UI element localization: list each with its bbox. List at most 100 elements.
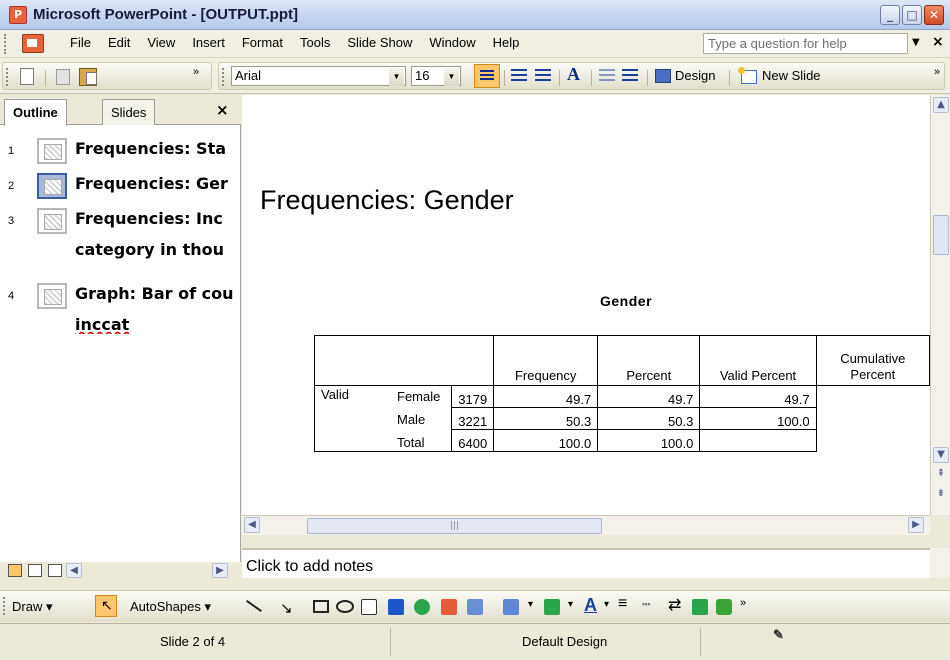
outline-title[interactable]: Frequencies: Ger bbox=[75, 174, 241, 193]
toolbar-options-icon[interactable]: » bbox=[934, 66, 940, 78]
dash-style-icon[interactable]: ┅ bbox=[642, 596, 650, 613]
toolbar-grip[interactable] bbox=[6, 68, 9, 86]
design-button[interactable]: Design bbox=[675, 68, 715, 83]
draw-menu-button[interactable]: Draw ▾ bbox=[12, 599, 52, 615]
autoshapes-menu-button[interactable]: AutoShapes ▾ bbox=[130, 599, 211, 615]
help-search-input[interactable]: Type a question for help bbox=[703, 33, 908, 54]
notes-pane[interactable]: Click to add notes bbox=[242, 548, 930, 578]
shadow-style-icon[interactable] bbox=[692, 599, 708, 615]
wordart-icon[interactable] bbox=[388, 599, 404, 615]
slide-icon[interactable] bbox=[37, 208, 67, 234]
outline-title-line2[interactable]: category in thou bbox=[75, 240, 241, 259]
menu-slide-show[interactable]: Slide Show bbox=[342, 35, 417, 50]
slide-sorter-view-icon[interactable] bbox=[28, 564, 42, 577]
outline-item-continued[interactable]: inccat bbox=[0, 313, 241, 348]
close-button[interactable]: ✕ bbox=[924, 5, 944, 25]
scroll-right-icon[interactable]: ▶ bbox=[908, 517, 924, 533]
text-box-icon[interactable] bbox=[361, 599, 377, 615]
menu-format[interactable]: Format bbox=[237, 35, 288, 50]
chevron-down-icon[interactable]: ▾ bbox=[568, 599, 573, 610]
menu-view[interactable]: View bbox=[142, 35, 180, 50]
scroll-left-icon[interactable]: ◀ bbox=[66, 563, 82, 578]
minimize-button[interactable]: _ bbox=[880, 5, 900, 25]
slide-icon[interactable] bbox=[37, 138, 67, 164]
outline-title[interactable]: Frequencies: Inc bbox=[75, 209, 241, 228]
picture-icon[interactable] bbox=[467, 599, 483, 615]
chevron-down-icon[interactable]: ▾ bbox=[604, 599, 609, 610]
oval-icon[interactable] bbox=[336, 600, 354, 613]
tab-outline[interactable]: Outline bbox=[4, 99, 67, 126]
close-pane-icon[interactable]: × bbox=[216, 101, 229, 119]
outline-item[interactable]: 1 Frequencies: Sta bbox=[0, 133, 241, 168]
bullets-icon[interactable] bbox=[535, 69, 551, 83]
increase-font-size-icon[interactable]: A bbox=[567, 64, 580, 85]
increase-indent-icon[interactable] bbox=[622, 69, 638, 83]
align-left-button[interactable] bbox=[474, 64, 500, 88]
vertical-scrollbar[interactable]: ▲ ▼ ⇞ ⇟ bbox=[930, 95, 950, 515]
maximize-button[interactable]: □ bbox=[902, 5, 922, 25]
paste-button[interactable] bbox=[78, 67, 100, 87]
rectangle-icon[interactable] bbox=[313, 600, 329, 613]
toolbar-grip[interactable] bbox=[3, 597, 6, 615]
chevron-down-icon[interactable]: ▾ bbox=[528, 599, 533, 610]
notes-placeholder[interactable]: Click to add notes bbox=[246, 558, 373, 576]
slide-icon[interactable] bbox=[37, 173, 67, 199]
close-document-icon[interactable]: × bbox=[932, 34, 944, 50]
outline-title[interactable]: Frequencies: Sta bbox=[75, 139, 241, 158]
menu-insert[interactable]: Insert bbox=[187, 35, 230, 50]
scroll-up-icon[interactable]: ▲ bbox=[933, 97, 949, 113]
horizontal-scrollbar[interactable]: ◀ ||| ▶ bbox=[242, 515, 930, 535]
outline-item[interactable]: 2 Frequencies: Ger bbox=[0, 168, 241, 203]
chevron-down-icon[interactable]: ▼ bbox=[912, 37, 920, 48]
line-color-icon[interactable] bbox=[544, 599, 560, 615]
outline-item-continued[interactable]: category in thou bbox=[0, 238, 241, 278]
copy-button[interactable] bbox=[53, 67, 75, 87]
menu-tools[interactable]: Tools bbox=[295, 35, 335, 50]
3d-style-icon[interactable] bbox=[716, 599, 732, 615]
normal-view-icon[interactable] bbox=[8, 564, 22, 577]
font-select[interactable]: Arial ▼ bbox=[231, 66, 406, 86]
new-button[interactable] bbox=[17, 67, 39, 87]
notes-scrollbar[interactable] bbox=[930, 548, 950, 578]
scroll-thumb[interactable] bbox=[933, 215, 949, 255]
new-slide-button[interactable]: New Slide bbox=[762, 68, 821, 83]
diagram-icon[interactable] bbox=[414, 599, 430, 615]
scroll-thumb[interactable]: ||| bbox=[307, 518, 602, 534]
spelling-status-icon[interactable]: ✎ bbox=[773, 627, 784, 643]
clip-art-icon[interactable] bbox=[441, 599, 457, 615]
outline-title[interactable]: Graph: Bar of cou bbox=[75, 284, 241, 303]
select-objects-button[interactable]: ↖ bbox=[95, 595, 117, 617]
arrow-icon[interactable]: ↘ bbox=[280, 599, 293, 617]
chevron-down-icon[interactable]: ▼ bbox=[389, 68, 404, 86]
outline-item[interactable]: 4 Graph: Bar of cou bbox=[0, 278, 241, 313]
toolbar-options-icon[interactable]: » bbox=[193, 66, 199, 78]
next-slide-icon[interactable]: ⇟ bbox=[933, 487, 949, 503]
scroll-left-icon[interactable]: ◀ bbox=[244, 517, 260, 533]
tab-slides[interactable]: Slides bbox=[102, 99, 156, 125]
line-icon[interactable] bbox=[246, 600, 262, 612]
decrease-indent-icon[interactable] bbox=[599, 69, 615, 83]
powerpoint-icon[interactable]: P bbox=[9, 5, 27, 24]
font-color-icon[interactable]: A bbox=[584, 595, 597, 616]
menu-help[interactable]: Help bbox=[488, 35, 525, 50]
menu-edit[interactable]: Edit bbox=[103, 35, 135, 50]
scroll-right-icon[interactable]: ▶ bbox=[212, 563, 228, 578]
scroll-down-icon[interactable]: ▼ bbox=[933, 447, 949, 463]
outline-title-line2[interactable]: inccat bbox=[75, 315, 241, 334]
line-style-icon[interactable]: ≡ bbox=[618, 595, 627, 613]
toolbar-grip[interactable] bbox=[222, 68, 225, 86]
menu-grip[interactable] bbox=[4, 34, 7, 54]
menu-file[interactable]: File bbox=[65, 35, 96, 50]
toolbar-options-icon[interactable]: » bbox=[740, 597, 746, 609]
arrow-style-icon[interactable]: ⇄ bbox=[668, 595, 681, 615]
slide-canvas[interactable]: Frequencies: Gender Gender Frequency Per… bbox=[242, 95, 930, 515]
outline-item[interactable]: 3 Frequencies: Inc bbox=[0, 203, 241, 238]
document-icon[interactable] bbox=[22, 34, 44, 53]
chevron-down-icon[interactable]: ▼ bbox=[444, 68, 459, 86]
menu-window[interactable]: Window bbox=[424, 35, 480, 50]
slide-show-view-icon[interactable] bbox=[48, 564, 62, 577]
slide-icon[interactable] bbox=[37, 283, 67, 309]
font-size-select[interactable]: 16 ▼ bbox=[411, 66, 461, 86]
slide-title[interactable]: Frequencies: Gender bbox=[260, 185, 514, 216]
numbering-icon[interactable] bbox=[511, 69, 527, 83]
